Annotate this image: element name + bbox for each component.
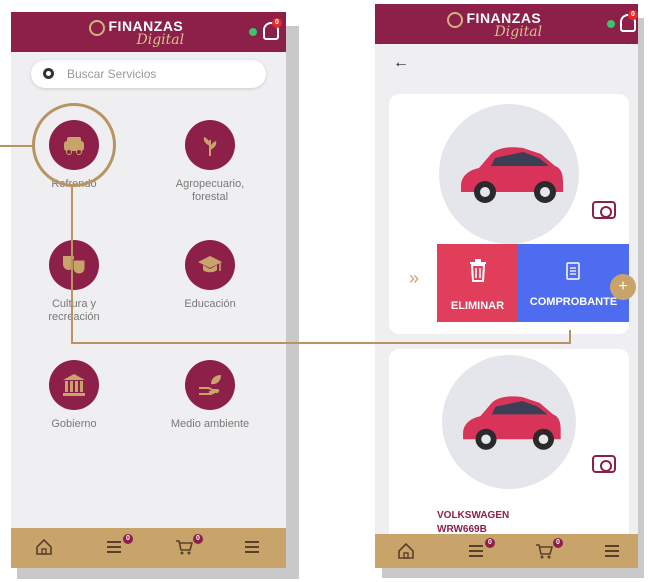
delete-button[interactable]: ELIMINAR: [437, 244, 518, 322]
service-label: Medio ambiente: [170, 418, 250, 430]
service-tile-medio-ambiente[interactable]: Medio ambiente: [155, 360, 265, 431]
vehicle-card: » ELIMINAR COMPROBANTE: [389, 94, 629, 334]
stage: FINANZAS Digital 0 Refrendo Agropecuario…: [0, 0, 649, 582]
service-tile-agropecuario[interactable]: Agropecuario, forestal: [155, 120, 265, 204]
bottom-navigation: 0 0: [11, 528, 286, 568]
list-badge: 0: [123, 534, 133, 544]
delete-label: ELIMINAR: [450, 300, 505, 312]
back-arrow-icon[interactable]: ←: [393, 54, 409, 72]
search-icon: [43, 68, 54, 79]
camera-icon[interactable]: [592, 455, 616, 473]
seal-icon: [446, 12, 463, 28]
home-icon[interactable]: [35, 538, 57, 558]
callout-line: [569, 330, 571, 344]
list-icon[interactable]: 0: [467, 538, 495, 562]
vehicle-photo: [442, 355, 576, 489]
app-header: FINANZAS Digital 0: [375, 4, 638, 44]
highlight-ring: [32, 103, 116, 187]
cart-icon[interactable]: 0: [535, 538, 563, 562]
cart-icon[interactable]: 0: [175, 534, 203, 558]
service-label: Cultura y recreación: [48, 298, 100, 323]
list-badge: 0: [485, 538, 495, 548]
receipt-label: COMPROBANTE: [529, 296, 618, 308]
camera-icon[interactable]: [592, 201, 616, 219]
hamburger-menu-icon[interactable]: [243, 538, 265, 558]
brand-subtitle: Digital: [136, 32, 185, 48]
hamburger-menu-icon[interactable]: [603, 542, 625, 562]
app-header: FINANZAS Digital 0: [11, 12, 286, 52]
bottom-navigation: 0 0: [375, 534, 638, 568]
chevron-double-right-icon[interactable]: »: [409, 268, 419, 289]
vehicle-brand: VOLKSWAGEN: [437, 510, 510, 521]
search-input[interactable]: [67, 64, 257, 84]
callout-line: [0, 145, 34, 147]
seal-icon: [88, 20, 105, 36]
notification-badge: 0: [628, 10, 638, 20]
cart-badge: 0: [553, 538, 563, 548]
vehicle-screen: FINANZAS Digital 0 ← » ELIMINAR COMPROBA…: [375, 4, 638, 568]
service-tile-gobierno[interactable]: Gobierno: [19, 360, 129, 431]
brand-logo: FINANZAS Digital: [446, 10, 567, 44]
service-label: Agropecuario, forestal: [175, 178, 245, 203]
list-icon[interactable]: 0: [105, 534, 133, 558]
swipe-actions: » ELIMINAR COMPROBANTE: [389, 244, 629, 322]
callout-line: [71, 342, 571, 344]
vehicle-photo: [439, 104, 579, 244]
hand-leaf-icon: [185, 360, 235, 410]
service-tile-cultura[interactable]: Cultura y recreación: [19, 240, 129, 324]
cart-badge: 0: [193, 534, 203, 544]
home-icon[interactable]: [397, 542, 419, 562]
online-status-dot: [607, 20, 615, 28]
vehicle-card: VOLKSWAGEN WRW669B: [389, 349, 629, 549]
vehicle-info: VOLKSWAGEN WRW669B: [437, 509, 509, 537]
service-label: Educación: [184, 298, 236, 310]
government-building-icon: [49, 360, 99, 410]
service-label: Gobierno: [51, 418, 97, 430]
graduation-cap-icon: [185, 240, 235, 290]
brand-subtitle: Digital: [494, 24, 543, 40]
add-button[interactable]: +: [610, 274, 636, 300]
search-bar[interactable]: [31, 60, 266, 88]
online-status-dot: [249, 28, 257, 36]
service-tile-educacion[interactable]: Educación: [155, 240, 265, 311]
notification-badge: 0: [272, 18, 282, 28]
callout-line: [71, 186, 73, 344]
theater-masks-icon: [49, 240, 99, 290]
brand-logo: FINANZAS Digital: [88, 18, 209, 52]
services-screen: FINANZAS Digital 0 Refrendo Agropecuario…: [11, 12, 286, 568]
plant-icon: [185, 120, 235, 170]
